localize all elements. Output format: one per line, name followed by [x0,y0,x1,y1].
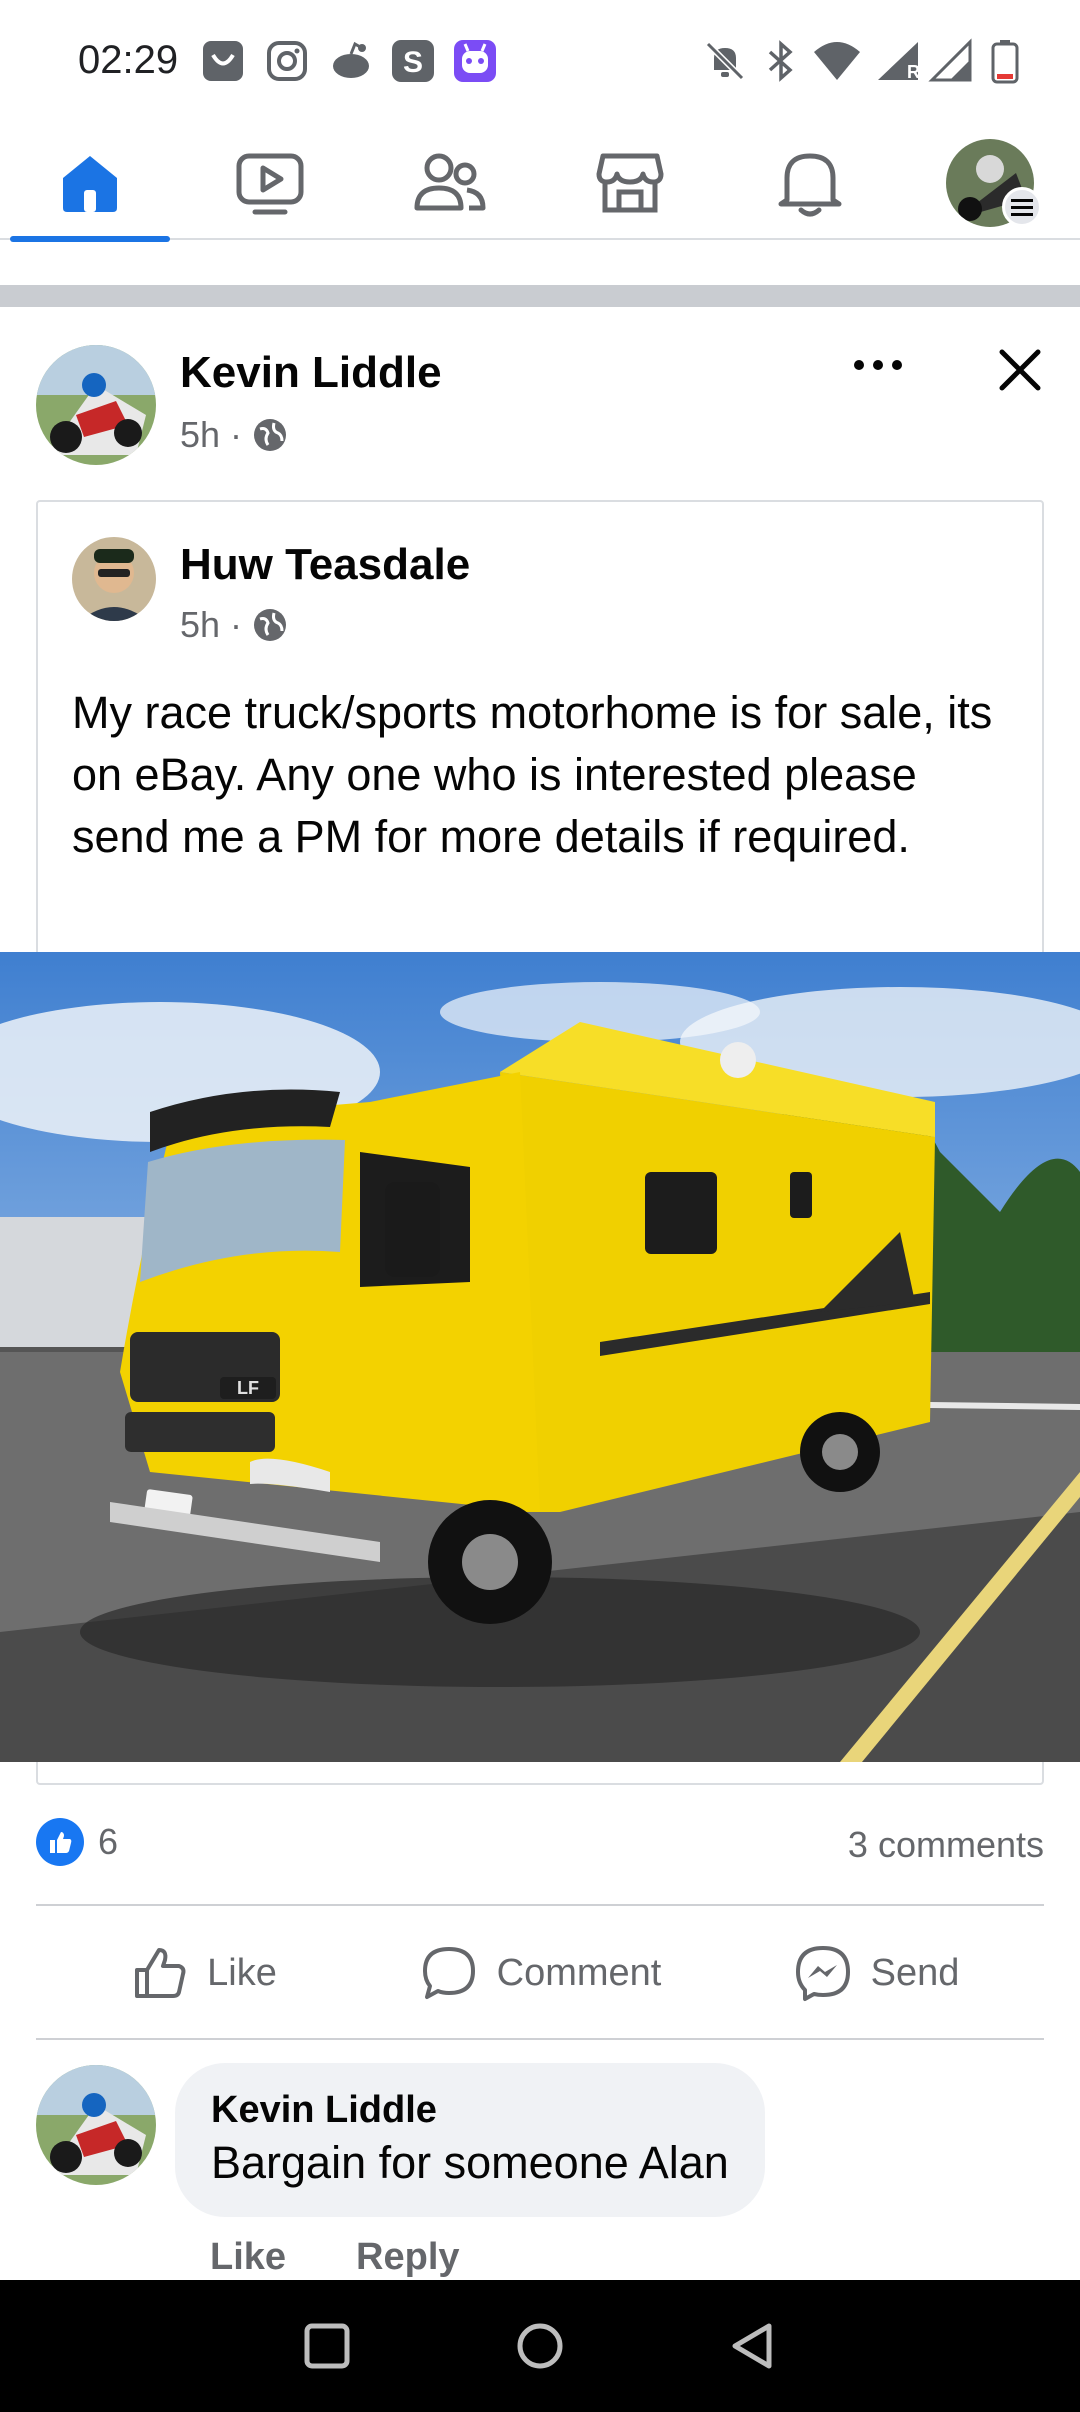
thumbs-up-icon [50,1832,72,1853]
cab-badge: LF [237,1378,259,1398]
comment-actions: Like Reply [210,2236,460,2279]
recents-icon[interactable] [299,2318,355,2374]
menu-badge [1002,187,1042,227]
post-author-name[interactable]: Kevin Liddle [180,348,442,398]
signal-roaming-icon: R [878,42,920,82]
tab-friends[interactable] [360,125,540,240]
bluetooth-icon [768,40,793,82]
comment-bubble[interactable]: Kevin Liddle Bargain for someone Alan [175,2063,765,2217]
meta-separator: · [230,414,243,455]
instagram-icon [267,41,307,81]
meta-separator: · [230,604,243,645]
reaction-summary[interactable]: 6 [36,1818,118,1866]
post-photo[interactable]: LF [0,952,1080,1762]
comment-author-name[interactable]: Kevin Liddle [211,2087,729,2133]
comment-text: Bargain for someone Alan [211,2137,729,2188]
post-meta: 5h · [180,414,288,456]
bell-icon [778,153,842,216]
top-nav-bar [0,125,1080,242]
shared-post-meta: 5h · [180,604,288,646]
signal-icon [928,38,972,82]
comment-button[interactable]: Comment [372,1910,708,2036]
messenger-icon [795,1946,850,2001]
shared-author-name[interactable]: Huw Teasdale [180,540,470,590]
friends-icon [414,153,486,210]
marketplace-icon [596,153,664,212]
more-options-button[interactable] [848,340,908,390]
reaction-count[interactable]: 6 [98,1821,118,1863]
commenter-avatar[interactable] [36,2065,156,2185]
hide-post-button[interactable] [990,340,1050,400]
send-button[interactable]: Send [708,1910,1044,2036]
tab-notifications[interactable] [720,125,900,240]
divider [36,2038,1044,2040]
close-icon [999,349,1041,391]
svg-text:R: R [907,62,920,82]
system-navigation-bar [0,2280,1080,2412]
post-actions-bar: Like Comment Send [36,1910,1044,2036]
author-avatar[interactable] [36,345,156,465]
comment-label: Comment [496,1951,662,1994]
like-reaction-icon [36,1818,84,1866]
comment-like-link[interactable]: Like [210,2236,286,2279]
alien-app-icon [454,40,496,82]
motorbike-avatar-icon [36,345,156,465]
divider [36,1904,1044,1906]
globe-icon [254,609,287,641]
comment-reply-link[interactable]: Reply [356,2236,459,2279]
reddit-icon [333,41,369,78]
hamburger-icon [1011,199,1033,216]
video-icon [236,153,304,214]
teams-icon [203,41,243,81]
tab-home[interactable] [0,125,180,242]
back-icon[interactable] [725,2318,781,2374]
previous-post-edge [0,242,1080,282]
wifi-icon [814,42,860,80]
svg-text:S: S [403,46,423,79]
home-icon [63,155,117,212]
comments-count[interactable]: 3 comments [848,1824,1044,1866]
shared-author-avatar[interactable] [72,537,156,621]
truck-photo-image: LF [0,952,1080,1762]
comment-icon [422,1947,475,1999]
tab-watch[interactable] [180,125,360,240]
person-avatar-icon [72,537,156,621]
thumbs-up-icon [135,1948,186,1998]
globe-icon [254,419,287,451]
motorbike-avatar-icon [36,2065,156,2185]
post-time[interactable]: 5h [180,414,220,456]
post-body-text: My race truck/sports motorhome is for sa… [72,687,993,862]
more-dots-icon [854,360,902,370]
status-time: 02:29 [78,38,179,82]
home-button-icon[interactable] [512,2318,568,2374]
tab-menu[interactable] [900,125,1080,240]
dnd-bell-off-icon [705,41,745,81]
tab-marketplace[interactable] [540,125,720,240]
like-label: Like [207,1951,277,1994]
feed-separator [0,285,1080,307]
battery-low-icon [991,40,1019,84]
send-label: Send [870,1951,960,1994]
like-button[interactable]: Like [36,1910,372,2036]
status-bar: 02:29 S R [0,0,1080,125]
shared-post-time[interactable]: 5h [180,604,220,646]
swiftkey-icon: S [392,40,434,82]
